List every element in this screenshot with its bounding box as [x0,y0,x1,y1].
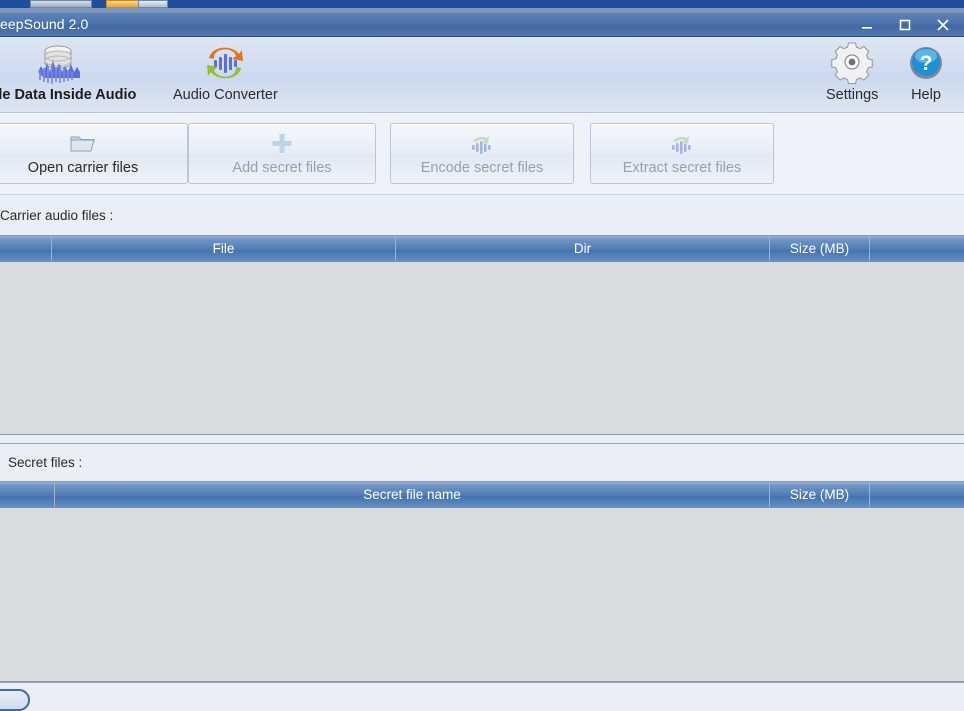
action-button-label: Open carrier files [27,160,139,176]
toolbar-item-label: Settings [826,87,879,103]
background-window-item [138,0,168,8]
add-secret-files-button[interactable]: Add secret files [188,123,376,184]
extract-secret-files-button[interactable]: Extract secret files [590,123,774,184]
deepsound-window: eepSound 2.0 e Data Inside Audio Audio C… [0,0,964,711]
toolbar-item-audio-converter[interactable]: Audio Converter [173,41,278,103]
convert-arrows-waveform-icon [203,41,247,85]
action-button-label: Extract secret files [622,160,742,176]
toolbar-item-help[interactable]: ? Help [905,41,947,103]
toolbar-item-label: Hide Data Inside Audio [0,87,137,103]
column-header-filler [870,236,964,261]
secret-files-label: Secret files : [0,443,964,481]
column-header-size[interactable]: Size (MB) [770,236,870,261]
action-button-label: Encode secret files [420,160,544,176]
open-carrier-files-button[interactable]: Open carrier files [0,123,188,184]
gear-icon [830,41,874,85]
waveform-icon [664,131,700,157]
minimize-icon[interactable] [848,13,886,37]
column-header-size[interactable]: Size (MB) [770,482,870,507]
encode-secret-files-button[interactable]: Encode secret files [390,123,574,184]
maximize-icon[interactable] [886,13,924,37]
carrier-audio-files-list[interactable]: File Dir Size (MB) [0,235,964,435]
action-button-bar: Open carrier files Add secret files Enco… [0,113,964,195]
column-header-secret-file-name[interactable]: Secret file name [55,482,770,507]
database-waveform-icon [32,41,84,85]
plus-icon [270,131,294,157]
secret-files-list[interactable]: Secret file name Size (MB) [0,481,964,682]
toolbar-item-settings[interactable]: Settings [826,41,878,103]
svg-text:?: ? [920,52,933,75]
toolbar-item-hide-data-inside-audio[interactable]: Hide Data Inside Audio [0,41,136,103]
column-header-select[interactable] [0,482,55,507]
title-bar: eepSound 2.0 [0,13,964,37]
background-window-item [30,0,92,8]
progress-indicator [0,689,30,711]
column-header-filler [870,482,964,507]
carrier-audio-files-label: Carrier audio files : [0,195,964,235]
secret-list-body[interactable] [0,508,964,681]
waveform-icon [464,131,500,157]
window-title: eepSound 2.0 [0,16,89,32]
folder-open-icon [69,131,97,157]
status-bar [0,682,964,711]
column-header-file[interactable]: File [52,236,396,261]
toolbar-item-label: Help [911,87,941,103]
toolbar-item-label: Audio Converter [173,87,278,103]
carrier-list-body[interactable] [0,262,964,434]
help-question-icon: ? [905,41,947,85]
column-header-select[interactable] [0,236,52,261]
window-controls [848,13,962,37]
column-header-dir[interactable]: Dir [396,236,770,261]
close-icon[interactable] [924,13,962,37]
background-window-strip [0,0,964,8]
toolbar: Hide Data Inside Audio Audio Converter [0,37,964,113]
action-button-label: Add secret files [232,160,332,176]
secret-list-header: Secret file name Size (MB) [0,482,964,508]
carrier-list-header: File Dir Size (MB) [0,236,964,262]
